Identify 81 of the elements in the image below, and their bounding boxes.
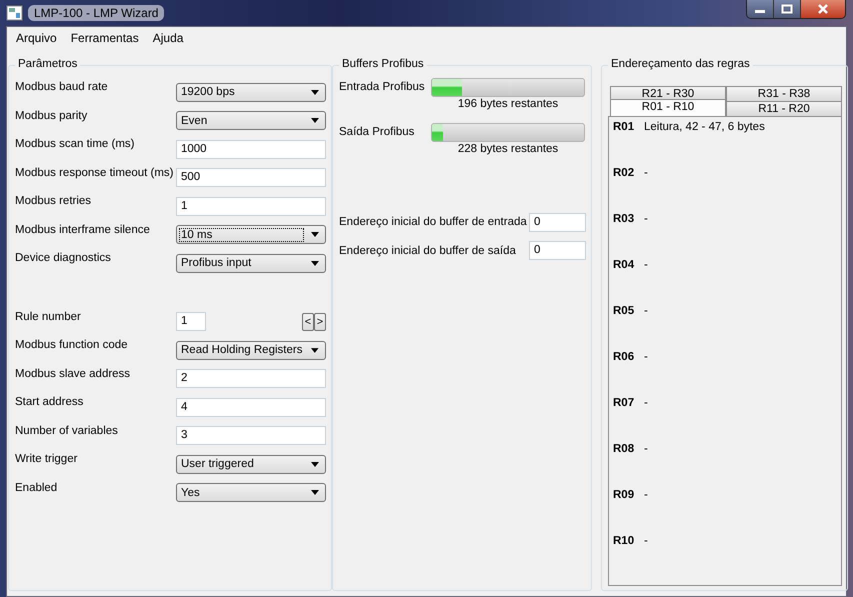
previous-button[interactable]: < [302, 312, 314, 331]
dropdown[interactable]: Even [176, 111, 326, 130]
rule-code: R01 [613, 121, 636, 135]
maximize-icon [781, 4, 793, 14]
field-label: Device diagnostics [15, 251, 112, 264]
minimize-button[interactable] [747, 0, 774, 18]
menu-item[interactable]: Ferramentas [64, 31, 146, 45]
input-field[interactable]: 3 [176, 426, 326, 446]
dropdown-arrow-icon [311, 118, 319, 124]
dropdown-arrow-icon [311, 90, 319, 95]
input-field[interactable]: 0 [529, 241, 586, 260]
input-field[interactable]: 1000 [176, 140, 326, 159]
next-button[interactable]: > [314, 312, 326, 331]
dropdown[interactable]: 19200 bps [176, 82, 326, 102]
rule-summary: - [644, 351, 648, 365]
window-title: LMP-100 - LMP Wizard [28, 5, 164, 21]
rule-summary: - [644, 443, 648, 457]
menu-item[interactable]: Ajuda [146, 31, 190, 45]
field-label: Number of variables [15, 424, 119, 436]
rule-summary: Leitura, 42 - 47, 6 bytes [644, 121, 765, 135]
maximize-button[interactable] [774, 0, 801, 18]
rule-code: R07 [613, 397, 636, 411]
input-field[interactable]: 500 [176, 168, 326, 188]
input-field[interactable]: 4 [176, 398, 326, 417]
rule-code: R02 [613, 167, 636, 181]
field-label: Rule number [15, 310, 82, 322]
field-label: Modbus baud rate [15, 80, 109, 93]
rule-code: R06 [613, 351, 636, 365]
rule-summary: - [644, 305, 648, 319]
dropdown[interactable]: Yes [176, 483, 326, 502]
dropdown-arrow-icon [311, 490, 319, 496]
field-label: Start address [15, 395, 84, 408]
rule-code: R05 [613, 305, 636, 319]
field-label: Modbus slave address [15, 366, 132, 380]
rule-code: R09 [613, 489, 636, 503]
group-title: Buffers Profibus [339, 58, 427, 70]
field-label: Write trigger [15, 452, 78, 465]
field-label: Saída Profibus [339, 125, 416, 140]
dropdown[interactable]: Profibus input [176, 254, 326, 273]
field-label: Modbus interframe silence [15, 222, 151, 236]
tab[interactable]: R31 - R38 [726, 86, 842, 101]
field-label: Endereço inicial do buffer de entrada [339, 216, 528, 228]
rule-summary: - [644, 167, 648, 181]
dropdown-arrow-icon [311, 232, 319, 238]
input-field[interactable]: 2 [176, 369, 326, 388]
dropdown[interactable]: User triggered [176, 454, 326, 474]
rule-summary: - [644, 535, 648, 549]
field-label: Modbus retries [15, 194, 92, 207]
close-icon [817, 4, 829, 14]
close-button[interactable] [801, 0, 845, 18]
dropdown[interactable]: Read Holding Registers [176, 340, 326, 360]
field-label: Endereço inicial do buffer de saída [339, 244, 517, 257]
field-label: Modbus function code [15, 338, 129, 351]
dropdown-arrow-icon [311, 260, 319, 266]
rule-code: R04 [613, 259, 636, 273]
field-label: Modbus response timeout (ms) [15, 166, 175, 178]
field-label: Entrada Profibus [339, 80, 426, 95]
rule-summary: - [644, 259, 648, 273]
group-title: Endereçamento das regras [608, 58, 753, 70]
rule-summary: - [644, 397, 648, 411]
app-icon [6, 4, 24, 22]
dropdown-arrow-icon [311, 348, 319, 353]
dropdown-arrow-icon [311, 462, 319, 467]
rule-code: R03 [613, 213, 636, 227]
field-label: Modbus scan time (ms) [15, 137, 136, 150]
input-field[interactable]: 1 [176, 196, 326, 216]
group-title: Parâmetros [15, 58, 80, 70]
dropdown[interactable]: 10 ms [176, 225, 326, 244]
progress-reading: 228 bytes restantes [458, 143, 558, 155]
progress-reading: 196 bytes restantes [458, 98, 558, 110]
tab[interactable]: R01 - R10 [610, 99, 726, 116]
rule-code: R08 [613, 443, 636, 457]
tab[interactable]: R11 - R20 [726, 101, 842, 116]
menu-item[interactable]: Arquivo [9, 31, 64, 45]
rule-code: R10 [613, 535, 636, 549]
input-field[interactable]: 0 [529, 212, 586, 232]
field-label: Modbus parity [15, 108, 88, 122]
input-field[interactable]: 1 [176, 312, 206, 332]
rule-summary: - [644, 489, 648, 503]
field-label: Enabled [15, 480, 58, 494]
rule-summary: - [644, 213, 648, 227]
